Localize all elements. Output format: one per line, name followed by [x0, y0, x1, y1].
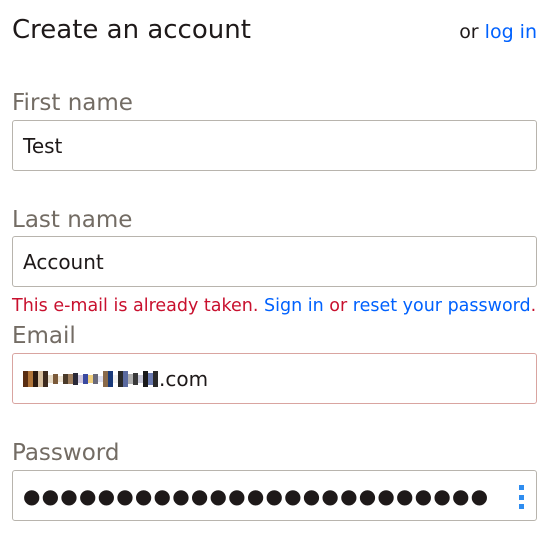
password-field[interactable]: ●●●●●●●●●●●●●●●●●●●●●●●●● [12, 470, 537, 521]
sign-in-link[interactable]: Sign in [264, 296, 324, 316]
first-name-label: First name [12, 90, 133, 116]
last-name-value: Account [23, 249, 104, 274]
last-name-label: Last name [12, 207, 133, 233]
email-visible-suffix: .com [159, 366, 209, 391]
email-field[interactable]: .com [12, 353, 537, 404]
first-name-field[interactable]: Test [12, 120, 537, 171]
header: Create an account or log in [12, 12, 537, 52]
error-period: . [530, 296, 537, 316]
log-in-link[interactable]: log in [485, 21, 537, 43]
email-label: Email [12, 323, 76, 349]
page-title: Create an account [12, 15, 251, 45]
password-masked-value: ●●●●●●●●●●●●●●●●●●●●●●●●● [23, 483, 490, 508]
first-name-value: Test [23, 133, 63, 158]
password-label: Password [12, 440, 120, 466]
error-text: This e-mail is already taken. [12, 296, 259, 316]
redacted-email-pixels [23, 369, 158, 389]
error-or-text: or [329, 296, 348, 316]
password-manager-icon[interactable] [519, 485, 524, 509]
email-error-message: This e-mail is already taken. Sign in or… [12, 294, 536, 318]
or-text: or [459, 21, 479, 43]
login-prompt: or log in [459, 12, 537, 52]
reset-password-link[interactable]: reset your password [353, 296, 531, 316]
create-account-form: Create an account or log in First name T… [0, 0, 550, 540]
last-name-field[interactable]: Account [12, 236, 537, 287]
